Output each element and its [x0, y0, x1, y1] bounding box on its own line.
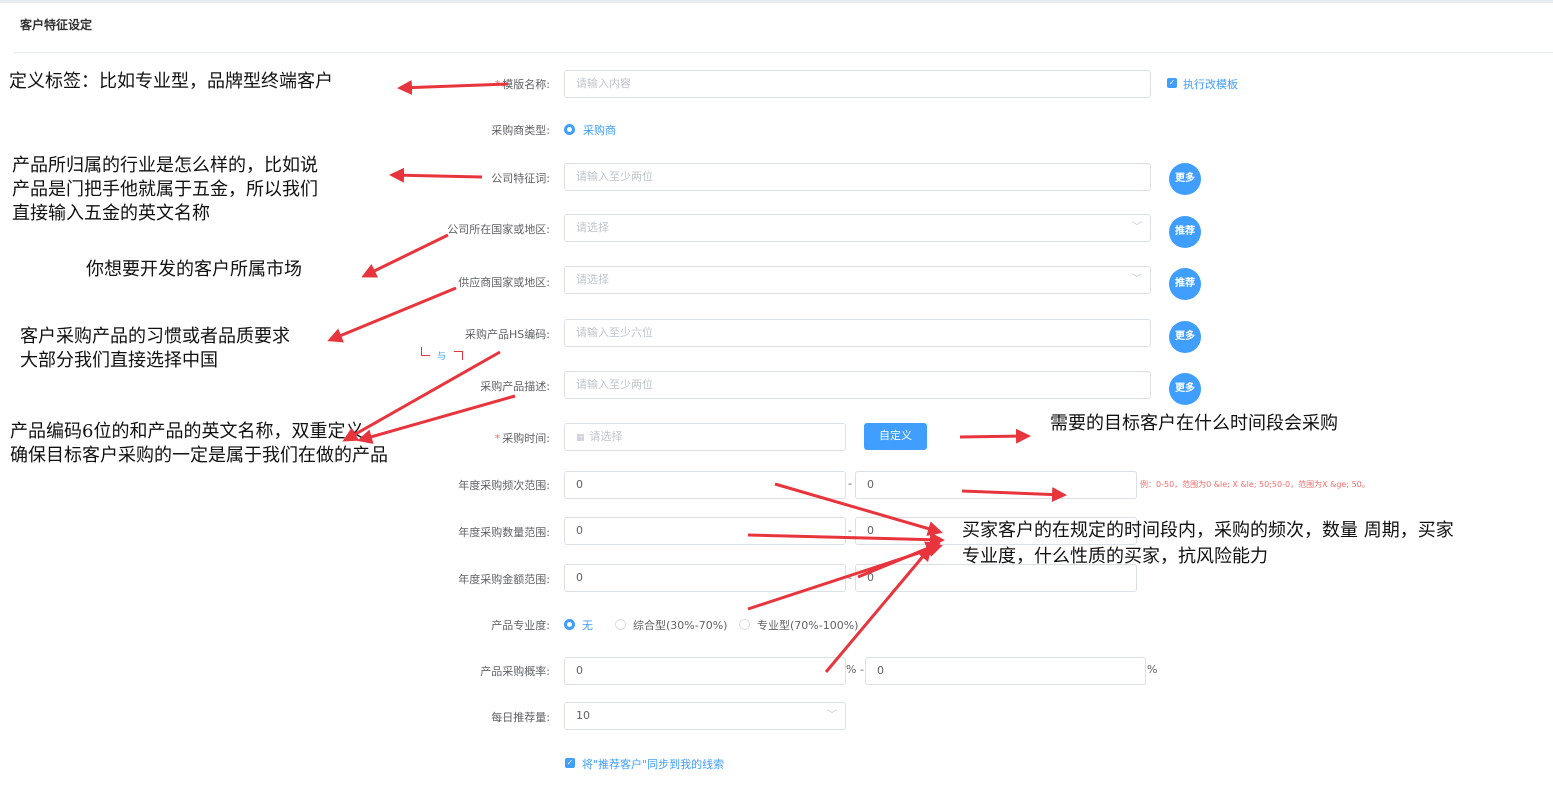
arrow-buyer-freq — [774, 482, 943, 536]
arrow-time — [959, 428, 1031, 444]
arrow-template — [397, 80, 509, 96]
arrow-buyer-qty — [747, 532, 945, 548]
arrow-hs-code — [342, 350, 501, 442]
annotation-arrows — [327, 80, 1067, 673]
arrow-industry — [389, 167, 483, 183]
arrow-market — [361, 233, 449, 278]
arrow-habits — [327, 286, 457, 343]
arrow-freq-hint — [961, 487, 1067, 503]
arrow-buyer-pro — [747, 542, 943, 611]
